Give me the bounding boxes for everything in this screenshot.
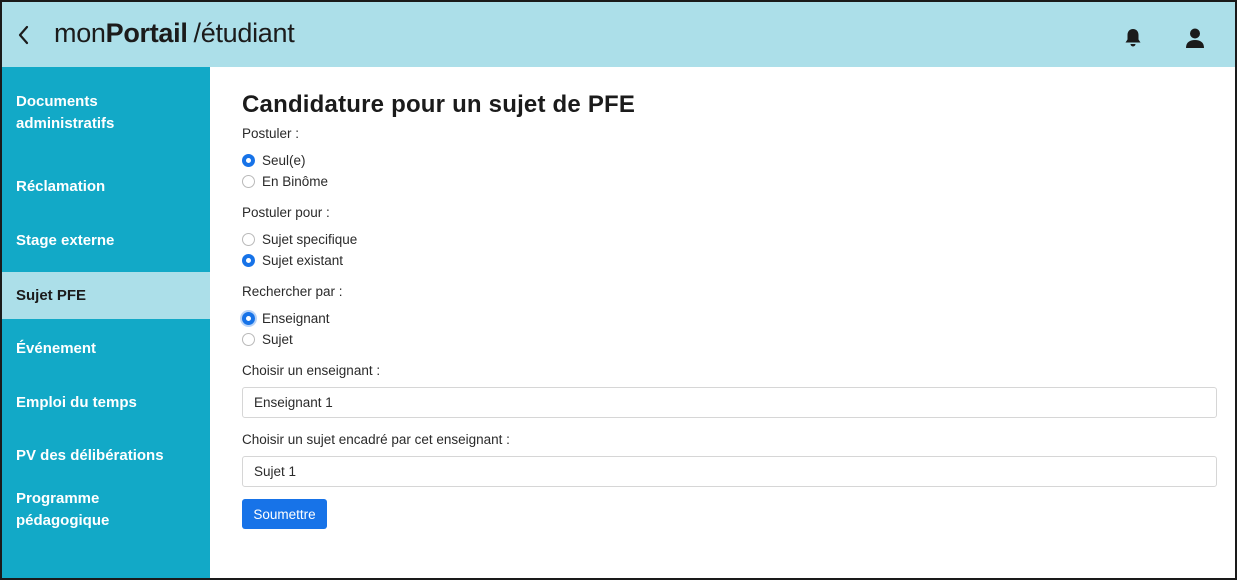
radio-label: Sujet: [262, 331, 293, 347]
sidebar-item-documents-administratifs[interactable]: Documents administratifs: [2, 90, 210, 136]
radio-en-binome[interactable]: En Binôme: [242, 172, 328, 190]
sidebar-item-label-line1: Programme: [16, 490, 100, 507]
radio-button[interactable]: [242, 232, 255, 246]
radio-sujet-specifique[interactable]: Sujet specifique: [242, 230, 357, 248]
chevron-left-icon[interactable]: [14, 22, 34, 48]
rechercher-par-label: Rechercher par :: [242, 284, 343, 299]
sujet-select-value: Sujet 1: [254, 464, 297, 479]
radio-label: Sujet existant: [262, 252, 344, 268]
bell-icon[interactable]: [1124, 28, 1142, 48]
sujet-label: Choisir un sujet encadré par cet enseign…: [242, 432, 510, 447]
sujet-select[interactable]: Sujet 1: [242, 456, 1217, 487]
radio-button[interactable]: [242, 332, 255, 346]
radio-button-checked[interactable]: [242, 311, 255, 325]
brand-part-etudiant: /étudiant: [193, 18, 295, 48]
sidebar-item-evenement[interactable]: Événement: [2, 337, 210, 361]
brand-part-mon: mon: [54, 18, 106, 48]
sidebar-item-label: Documents administratifs: [16, 91, 114, 135]
radio-label: Enseignant: [262, 310, 330, 326]
sidebar-item-label: Emploi du temps: [16, 394, 137, 411]
radio-sujet-existant[interactable]: Sujet existant: [242, 251, 343, 269]
page-title: Candidature pour un sujet de PFE: [242, 91, 636, 118]
postuler-pour-label: Postuler pour :: [242, 205, 330, 220]
radio-label: Sujet specifique: [262, 231, 358, 247]
submit-button[interactable]: Soumettre: [242, 499, 327, 529]
sidebar-nav: Documents administratifs Réclamation Stag…: [2, 67, 210, 578]
radio-seul[interactable]: Seul(e): [242, 151, 306, 169]
sidebar-item-label: Événement: [16, 340, 97, 357]
sidebar-item-emploi-du-temps[interactable]: Emploi du temps: [2, 391, 210, 415]
brand-part-portail: Portail: [105, 18, 188, 48]
radio-button-checked[interactable]: [242, 253, 255, 267]
sidebar-item-programme-pedagogique[interactable]: Programme pédagogique: [2, 487, 210, 533]
enseignant-select-value: Enseignant 1: [254, 395, 333, 410]
user-icon[interactable]: [1185, 27, 1205, 49]
radio-sujet[interactable]: Sujet: [242, 330, 293, 348]
sidebar-item-reclamation[interactable]: Réclamation: [2, 175, 210, 199]
postuler-label: Postuler :: [242, 126, 300, 141]
sidebar-item-label-line2: administratifs: [16, 115, 115, 132]
enseignant-label: Choisir un enseignant :: [242, 363, 381, 378]
radio-button[interactable]: [242, 174, 255, 188]
sidebar-item-label: Réclamation: [16, 178, 106, 195]
sidebar-item-label: Stage externe: [16, 232, 115, 249]
sidebar-item-label: Programme pédagogique: [16, 488, 109, 532]
radio-label: En Binôme: [262, 173, 329, 189]
sidebar-item-sujet-pfe[interactable]: Sujet PFE: [2, 272, 210, 319]
sidebar-item-label: PV des délibérations: [16, 447, 164, 464]
radio-label: Seul(e): [262, 152, 306, 168]
top-header: monPortail/étudiant: [2, 2, 1235, 67]
sidebar-item-label: Sujet PFE: [16, 286, 87, 304]
sidebar-item-label-line2: pédagogique: [16, 512, 110, 529]
app-logo: monPortail/étudiant: [54, 18, 295, 49]
radio-button-checked[interactable]: [242, 153, 255, 167]
sidebar-item-label-line1: Documents: [16, 93, 98, 110]
enseignant-select[interactable]: Enseignant 1: [242, 387, 1217, 418]
sidebar-item-pv-des-deliberations[interactable]: PV des délibérations: [2, 444, 210, 468]
app-window: monPortail/étudiant Documents administrat…: [0, 0, 1237, 580]
radio-enseignant[interactable]: Enseignant: [242, 309, 330, 327]
sidebar-item-stage-externe[interactable]: Stage externe: [2, 229, 210, 253]
